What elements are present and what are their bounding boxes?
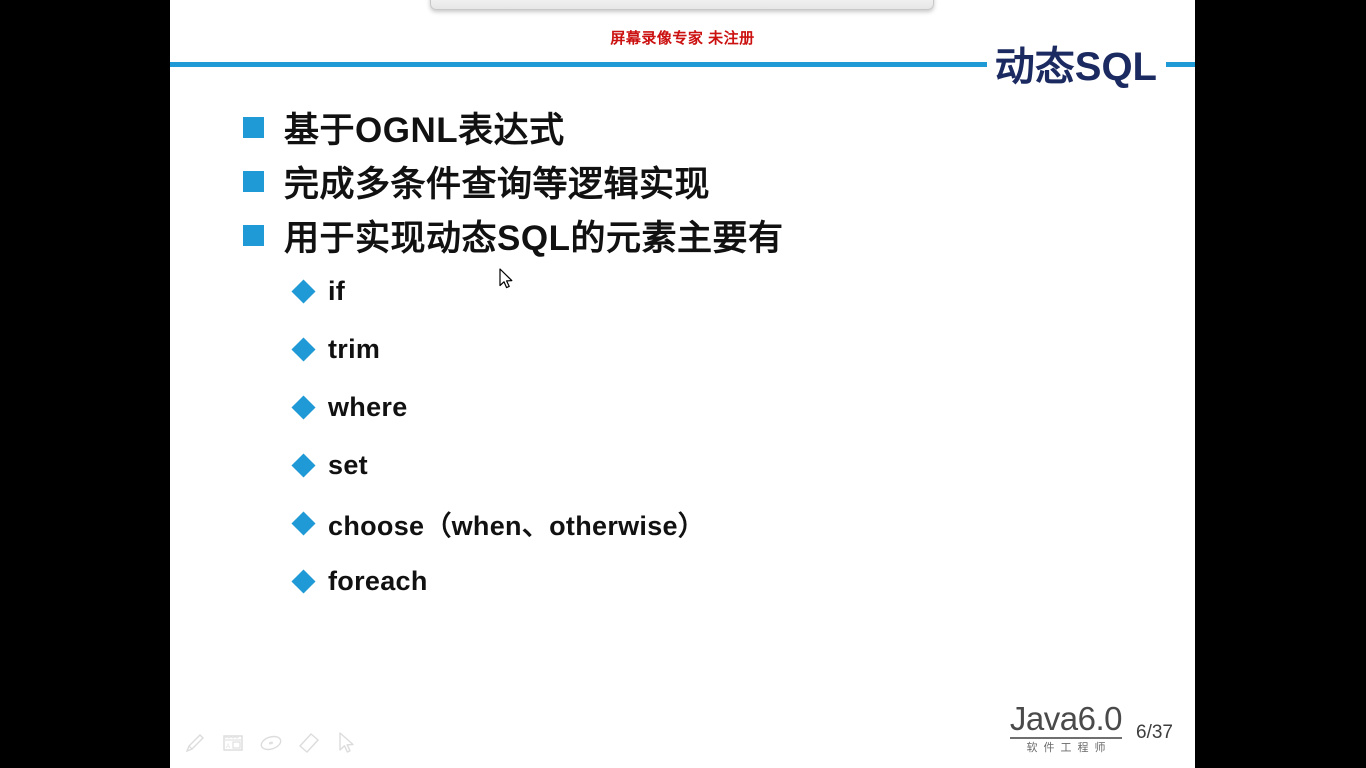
square-bullet-icon <box>243 116 264 138</box>
diamond-bullet-icon <box>291 568 316 594</box>
bullet-item-level2: trim <box>291 320 1195 378</box>
slide-content: 基于OGNL表达式 完成多条件查询等逻辑实现 用于实现动态SQL的元素主要有 i… <box>170 100 1195 610</box>
bullet-item-level2: if <box>291 262 1195 320</box>
annotation-toolbar[interactable]: A <box>182 730 360 756</box>
eraser-icon[interactable] <box>296 730 322 756</box>
arrow-pointer-icon[interactable] <box>334 730 360 756</box>
java-logo: Java6.0 软件工程师 <box>1009 700 1123 754</box>
presentation-screen: 屏幕录像专家 未注册 动态SQL 基于OGNL表达式 完成多条件查询等逻辑实现 … <box>0 0 1366 768</box>
slide-title-row: 动态SQL <box>170 34 1195 92</box>
bullet-item-level2: choose（when、otherwise） <box>291 494 1195 552</box>
letterbox-left <box>0 0 170 768</box>
diamond-bullet-icon <box>291 452 316 478</box>
bullet-item-level1: 用于实现动态SQL的元素主要有 <box>243 208 1195 262</box>
logo-sub-text: 软件工程师 <box>1026 742 1112 754</box>
bullet-label: foreach <box>328 565 428 596</box>
title-rule-left <box>170 62 988 67</box>
page-number: 6/37 <box>1136 722 1173 743</box>
bullet-label: 基于OGNL表达式 <box>284 110 565 150</box>
pen-icon[interactable] <box>182 730 208 756</box>
logo-main-text: Java6.0 <box>1009 700 1123 739</box>
recorder-watermark: 屏幕录像专家 未注册 <box>610 30 755 47</box>
diamond-bullet-icon <box>291 336 316 362</box>
bullet-label: set <box>328 449 368 480</box>
diamond-bullet-icon <box>291 278 316 304</box>
slide-canvas: 屏幕录像专家 未注册 动态SQL 基于OGNL表达式 完成多条件查询等逻辑实现 … <box>170 0 1195 768</box>
square-bullet-icon <box>243 224 264 246</box>
diamond-bullet-icon <box>291 510 316 536</box>
bullet-label: choose（when、otherwise） <box>328 510 706 541</box>
bullet-label: trim <box>328 333 381 364</box>
bullet-label: 完成多条件查询等逻辑实现 <box>284 164 711 204</box>
bullet-label: if <box>328 275 346 306</box>
bullet-item-level1: 基于OGNL表达式 <box>243 100 1195 154</box>
bullet-item-level2: where <box>291 378 1195 436</box>
title-rule-right <box>1166 62 1195 67</box>
screen-recorder-floating-toolbar[interactable] <box>430 0 934 10</box>
screen-marker-icon[interactable]: A <box>220 730 246 756</box>
slide-footer: Java6.0 软件工程师 6/37 <box>1009 700 1173 754</box>
highlighter-ellipse-icon[interactable] <box>258 730 284 756</box>
bullet-item-level2: set <box>291 436 1195 494</box>
square-bullet-icon <box>243 170 264 192</box>
diamond-bullet-icon <box>291 394 316 420</box>
bullet-item-level1: 完成多条件查询等逻辑实现 <box>243 154 1195 208</box>
bullet-item-level2: foreach <box>291 552 1195 610</box>
svg-text:A: A <box>226 744 230 750</box>
bullet-label: where <box>328 391 408 422</box>
bullet-label: 用于实现动态SQL的元素主要有 <box>284 218 784 258</box>
letterbox-right <box>1195 0 1366 768</box>
